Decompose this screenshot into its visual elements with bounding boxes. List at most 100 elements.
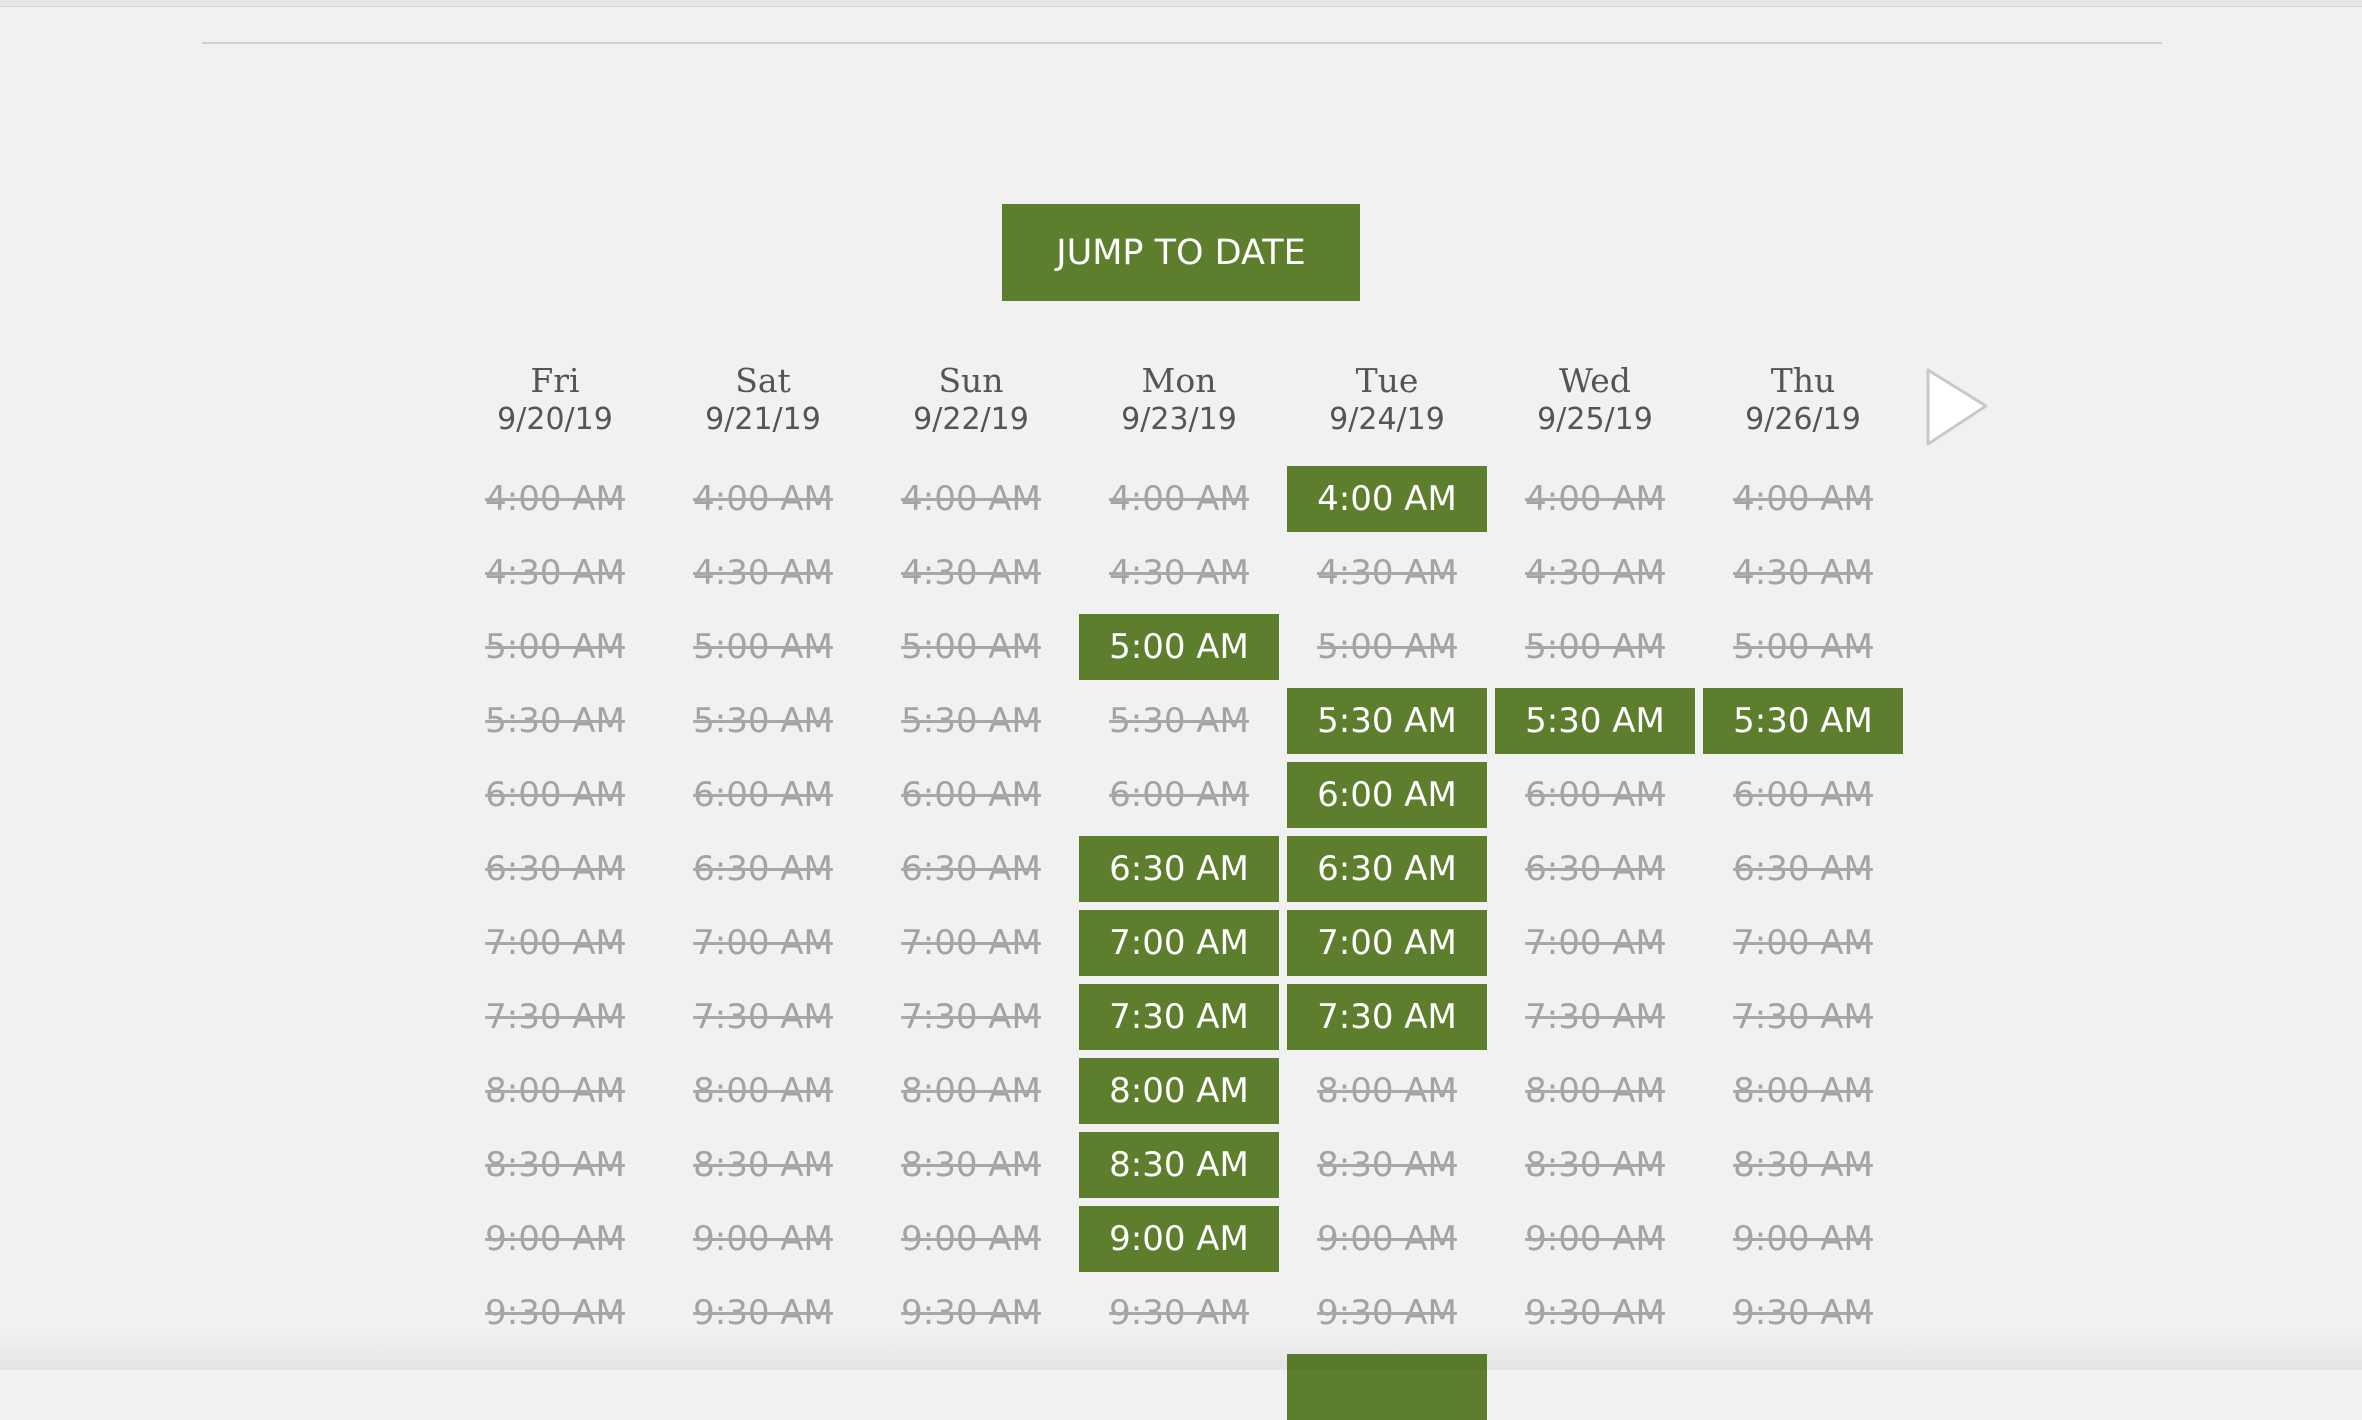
time-slot-available[interactable]: 8:30 AM — [1079, 1132, 1279, 1198]
time-slot-unavailable: 5:30 AM — [485, 701, 625, 741]
time-slot-unavailable: 6:30 AM — [485, 849, 625, 889]
time-slot-unavailable: 7:30 AM — [693, 997, 833, 1037]
time-slot-unavailable: 7:00 AM — [693, 923, 833, 963]
time-slot-available[interactable]: 7:30 AM — [1079, 984, 1279, 1050]
time-slot-available[interactable]: 6:30 AM — [1287, 836, 1487, 902]
day-name: Mon — [1141, 361, 1217, 400]
time-slot-unavailable: 6:00 AM — [485, 775, 625, 815]
time-slot-unavailable: 5:00 AM — [1525, 627, 1665, 667]
day-date: 9/25/19 — [1537, 402, 1653, 437]
time-slot-unavailable: 6:00 AM — [693, 775, 833, 815]
time-slot-unavailable: 5:00 AM — [485, 627, 625, 667]
day-date: 9/23/19 — [1121, 402, 1237, 437]
time-slot-unavailable: 5:30 AM — [693, 701, 833, 741]
time-slot-available[interactable]: 5:30 AM — [1495, 688, 1695, 754]
time-slot-unavailable: 8:30 AM — [1317, 1145, 1457, 1185]
time-slot-unavailable: 8:00 AM — [1317, 1071, 1457, 1111]
time-slot-unavailable: 6:30 AM — [693, 849, 833, 889]
time-slot-unavailable: 7:00 AM — [1525, 923, 1665, 963]
time-slot-available[interactable]: 5:00 AM — [1079, 614, 1279, 680]
time-slot-unavailable: 9:00 AM — [901, 1219, 1041, 1259]
day-header-tue: Tue 9/24/19 — [1287, 360, 1487, 438]
time-slot-unavailable: 4:30 AM — [485, 553, 625, 593]
time-slot-available[interactable]: 6:30 AM — [1079, 836, 1279, 902]
time-slot-unavailable: 5:00 AM — [1733, 627, 1873, 667]
time-slot-unavailable: 4:30 AM — [1733, 553, 1873, 593]
time-slot-unavailable: 4:00 AM — [485, 479, 625, 519]
time-slot-unavailable: 8:30 AM — [1525, 1145, 1665, 1185]
day-name: Thu — [1770, 361, 1836, 400]
time-slot-unavailable: 6:30 AM — [901, 849, 1041, 889]
time-slot-unavailable: 6:30 AM — [1525, 849, 1665, 889]
time-slot-unavailable: 9:00 AM — [485, 1219, 625, 1259]
next-arrow-icon[interactable] — [1922, 366, 1992, 448]
time-slot-available[interactable]: 5:30 AM — [1703, 688, 1903, 754]
day-header-fri: Fri 9/20/19 — [455, 360, 655, 438]
time-slot-unavailable: 6:00 AM — [1733, 775, 1873, 815]
day-header-thu: Thu 9/26/19 — [1703, 360, 1903, 438]
day-date: 9/22/19 — [913, 402, 1029, 437]
time-slot-unavailable: 5:00 AM — [901, 627, 1041, 667]
time-slot-unavailable: 9:00 AM — [1317, 1219, 1457, 1259]
time-slot-unavailable: 8:00 AM — [485, 1071, 625, 1111]
time-slot-unavailable: 8:00 AM — [693, 1071, 833, 1111]
time-slot-unavailable: 7:30 AM — [901, 997, 1041, 1037]
time-slot-unavailable: 4:30 AM — [693, 553, 833, 593]
time-slot-unavailable: 6:00 AM — [1525, 775, 1665, 815]
day-name: Wed — [1559, 361, 1631, 400]
time-slot-unavailable: 9:00 AM — [1733, 1219, 1873, 1259]
day-header-mon: Mon 9/23/19 — [1079, 360, 1279, 438]
time-slot-unavailable: 4:00 AM — [693, 479, 833, 519]
top-bar — [0, 0, 2362, 7]
time-slot-unavailable: 8:00 AM — [1733, 1071, 1873, 1111]
day-header-sat: Sat 9/21/19 — [663, 360, 863, 438]
day-date: 9/21/19 — [705, 402, 821, 437]
header-divider — [202, 42, 2162, 44]
time-slot-unavailable: 8:30 AM — [1733, 1145, 1873, 1185]
day-name: Sat — [735, 361, 791, 400]
time-slot-unavailable: 4:30 AM — [1109, 553, 1249, 593]
time-slot-unavailable: 6:00 AM — [1109, 775, 1249, 815]
time-slot-unavailable: 4:00 AM — [901, 479, 1041, 519]
day-name: Fri — [530, 361, 580, 400]
time-slot-unavailable: 5:00 AM — [1317, 627, 1457, 667]
time-slot-available[interactable]: 8:00 AM — [1079, 1058, 1279, 1124]
time-slot-unavailable: 7:30 AM — [485, 997, 625, 1037]
time-slot-unavailable: 9:00 AM — [1525, 1219, 1665, 1259]
time-slot-available[interactable]: 7:00 AM — [1287, 910, 1487, 976]
time-slot-available[interactable]: 5:30 AM — [1287, 688, 1487, 754]
time-slot-available[interactable]: 7:00 AM — [1079, 910, 1279, 976]
time-slot-unavailable: 4:00 AM — [1525, 479, 1665, 519]
time-slot-unavailable: 7:00 AM — [485, 923, 625, 963]
time-slot-available[interactable]: 4:00 AM — [1287, 466, 1487, 532]
time-slot-unavailable: 4:30 AM — [901, 553, 1041, 593]
time-slot-unavailable: 4:30 AM — [1317, 553, 1457, 593]
day-header-sun: Sun 9/22/19 — [871, 360, 1071, 438]
day-date: 9/24/19 — [1329, 402, 1445, 437]
time-slot-available[interactable]: 6:00 AM — [1287, 762, 1487, 828]
time-slot-unavailable: 4:00 AM — [1109, 479, 1249, 519]
time-slot-unavailable: 8:30 AM — [901, 1145, 1041, 1185]
time-slot-unavailable: 5:30 AM — [901, 701, 1041, 741]
time-slot-available[interactable]: 7:30 AM — [1287, 984, 1487, 1050]
day-header-wed: Wed 9/25/19 — [1495, 360, 1695, 438]
time-slot-unavailable: 7:00 AM — [901, 923, 1041, 963]
time-slot-unavailable: 7:30 AM — [1525, 997, 1665, 1037]
day-name: Tue — [1355, 361, 1419, 400]
time-slot-available[interactable]: 9:00 AM — [1079, 1206, 1279, 1272]
time-slot-unavailable: 8:30 AM — [485, 1145, 625, 1185]
time-slot-unavailable: 4:30 AM — [1525, 553, 1665, 593]
time-slot-unavailable: 5:00 AM — [693, 627, 833, 667]
time-slot-unavailable: 5:30 AM — [1109, 701, 1249, 741]
time-slot-unavailable: 8:00 AM — [901, 1071, 1041, 1111]
time-slot-unavailable: 8:30 AM — [693, 1145, 833, 1185]
time-slot-unavailable: 9:00 AM — [693, 1219, 833, 1259]
day-date: 9/26/19 — [1745, 402, 1861, 437]
time-slot-unavailable: 7:30 AM — [1733, 997, 1873, 1037]
bottom-shade — [0, 1330, 2362, 1370]
time-slot-unavailable: 8:00 AM — [1525, 1071, 1665, 1111]
jump-to-date-button[interactable]: JUMP TO DATE — [1002, 204, 1360, 301]
time-slot-unavailable: 4:00 AM — [1733, 479, 1873, 519]
day-date: 9/20/19 — [497, 402, 613, 437]
day-name: Sun — [938, 361, 1004, 400]
